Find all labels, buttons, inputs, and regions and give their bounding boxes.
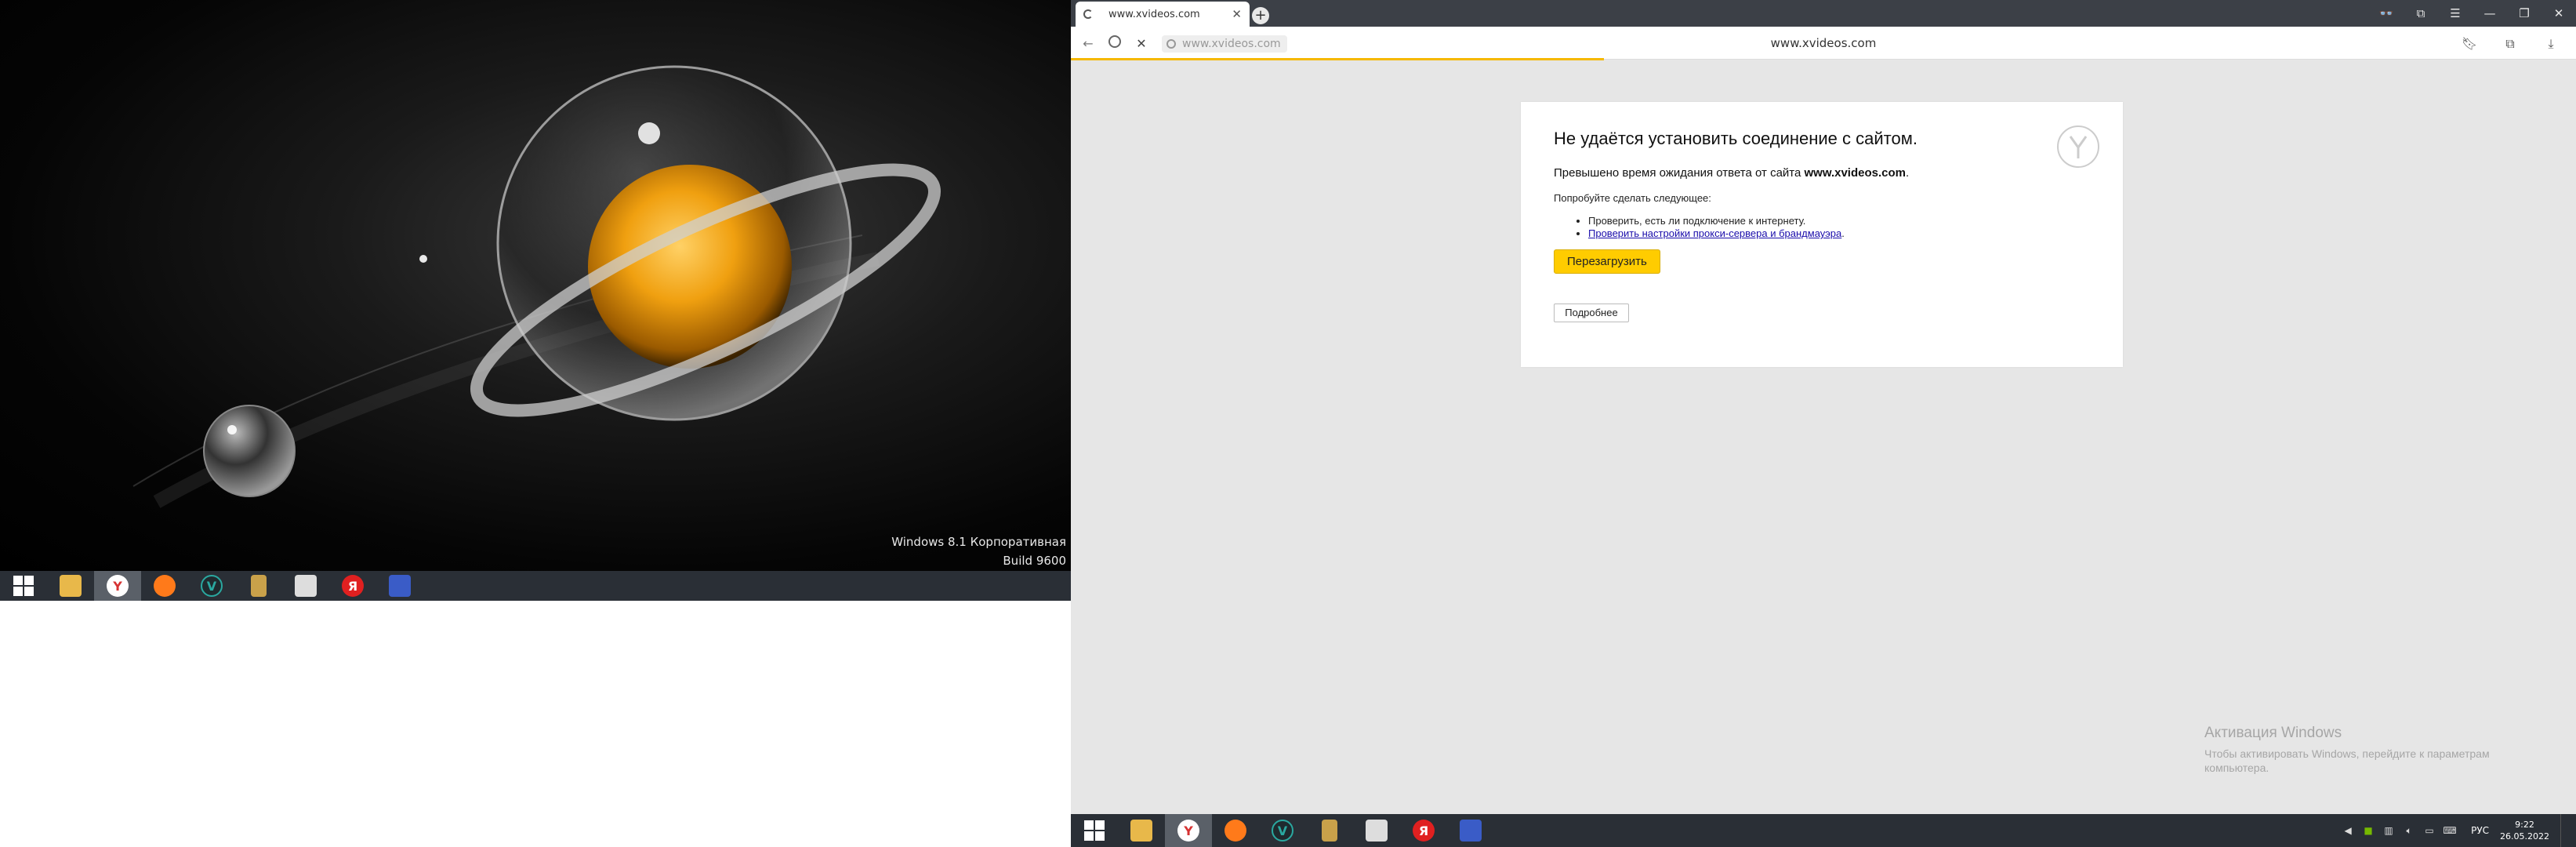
photo-app-icon <box>295 575 317 597</box>
browser-titlebar: www.xvideos.com ✕ + 👓 ⧉ ☰ — ❐ ✕ <box>1071 0 2576 27</box>
right-taskbar: Y V Я ◀ ■ ▥ 🔈︎ ▭ ⌨ РУС 9:22 26.05.2022 <box>1071 814 2576 847</box>
network-icon[interactable]: ▥ <box>2378 825 2399 836</box>
tabs-icon[interactable]: ⧉ <box>2404 6 2438 20</box>
reload-button[interactable]: Перезагрузить <box>1554 249 1660 274</box>
bookmark-icon[interactable]: 🔖︎ <box>2449 35 2490 53</box>
page-loading-progress <box>1071 58 1604 60</box>
extensions-icon[interactable]: ⧉ <box>2490 35 2531 53</box>
yandex-browser-icon: Y <box>107 575 129 597</box>
activation-subtitle: Чтобы активировать Windows, перейдите к … <box>2204 747 2490 774</box>
yandex-browser-logo-icon <box>2057 125 2099 168</box>
tray-time: 9:22 <box>2515 820 2534 830</box>
taskbar-yandex-browser[interactable]: Y <box>94 571 141 601</box>
taskbar-explorer[interactable] <box>47 571 94 601</box>
photo-app-icon <box>1366 820 1388 842</box>
left-monitor: Windows 8.1 Корпоративная Build 9600 Y V… <box>0 0 1071 847</box>
blue-app-icon <box>389 575 411 597</box>
taskbar-photo-app[interactable] <box>1353 814 1400 847</box>
wallpaper-art <box>132 65 941 508</box>
system-tray: ◀ ■ ▥ 🔈︎ ▭ ⌨ РУС 9:22 26.05.2022 <box>2338 814 2576 847</box>
start-button[interactable] <box>0 571 47 601</box>
suggestions-label: Попробуйте сделать следующее: <box>1554 192 1711 204</box>
new-tab-button[interactable]: + <box>1239 4 1269 24</box>
activation-title: Активация Windows <box>2204 725 2342 741</box>
windows-start-icon <box>1084 820 1105 841</box>
address-bar: ← ✕ www.xvideos.com www.xvideos.com 🔖︎ ⧉… <box>1071 27 2576 60</box>
loading-spinner-icon <box>1083 9 1093 19</box>
details-button[interactable]: Подробнее <box>1554 304 1629 322</box>
windows-build-text: Build 9600 <box>1003 554 1066 568</box>
suggestion-check-proxy: Проверить настройки прокси-сервера и бра… <box>1588 227 2090 240</box>
page-domain-title: www.xvideos.com <box>1770 36 1877 50</box>
action-center-icon[interactable]: ▭ <box>2419 825 2440 836</box>
tray-date: 26.05.2022 <box>2500 831 2549 842</box>
file-explorer-icon <box>1130 820 1152 842</box>
minimize-button[interactable]: — <box>2473 6 2507 20</box>
tab-title: www.xvideos.com <box>1108 8 1200 20</box>
taskbar-app-v[interactable]: V <box>188 571 235 601</box>
taskbar-firefox[interactable] <box>1212 814 1259 847</box>
taskbar-app-blue[interactable] <box>376 571 423 601</box>
desktop-wallpaper: Windows 8.1 Корпоративная Build 9600 <box>0 0 1071 571</box>
browser-tab[interactable]: www.xvideos.com ✕ <box>1076 2 1250 27</box>
taskbar-app-v[interactable]: V <box>1259 814 1306 847</box>
yandex-letter-icon: Я <box>342 575 364 597</box>
error-desc-text: Превышено время ожидания ответа от сайта <box>1554 166 1805 180</box>
show-desktop-button[interactable] <box>2560 814 2568 847</box>
reader-mode-icon[interactable]: 👓 <box>2369 6 2404 20</box>
taskbar-app-blue[interactable] <box>1447 814 1494 847</box>
window-controls: 👓 ⧉ ☰ — ❐ ✕ <box>2369 0 2576 27</box>
v-app-icon: V <box>1272 820 1293 842</box>
file-explorer-icon <box>60 575 82 597</box>
language-indicator[interactable]: РУС <box>2471 825 2489 836</box>
firefox-icon <box>1225 820 1246 842</box>
download-icon[interactable]: ⤓ <box>2531 35 2571 53</box>
taskbar-explorer[interactable] <box>1118 814 1165 847</box>
nvidia-icon[interactable]: ■ <box>2358 825 2378 836</box>
taskbar-archive[interactable] <box>1306 814 1353 847</box>
close-button[interactable]: ✕ <box>2542 6 2576 20</box>
suggestions-list: Проверить, есть ли подключение к интерне… <box>1588 215 2090 240</box>
blue-app-icon <box>1460 820 1482 842</box>
error-desc-suffix: . <box>1906 166 1910 180</box>
volume-icon[interactable]: 🔈︎ <box>2399 825 2419 837</box>
suggestion-check-internet: Проверить, есть ли подключение к интерне… <box>1588 215 2090 227</box>
taskbar-photo-app[interactable] <box>282 571 329 601</box>
menu-icon[interactable]: ☰ <box>2438 6 2473 20</box>
taskbar-firefox[interactable] <box>141 571 188 601</box>
taskbar-yandex-browser[interactable]: Y <box>1165 814 1212 847</box>
left-taskbar: Y V Я <box>0 571 1071 601</box>
proxy-settings-link[interactable]: Проверить настройки прокси-сервера и бра… <box>1588 227 1841 239</box>
error-title: Не удаётся установить соединение с сайто… <box>1554 129 1917 148</box>
taskbar-archive[interactable] <box>235 571 282 601</box>
archive-icon <box>251 575 267 597</box>
connection-error-card: Не удаётся установить соединение с сайто… <box>1521 102 2123 367</box>
plus-icon: + <box>1252 7 1269 24</box>
suggestion-suffix: . <box>1841 227 1845 239</box>
yandex-browser-icon: Y <box>1177 820 1199 842</box>
restore-button[interactable]: ❐ <box>2507 6 2542 20</box>
yandex-letter-icon: Я <box>1413 820 1435 842</box>
keyboard-icon[interactable]: ⌨ <box>2440 825 2460 836</box>
taskbar-yandex[interactable]: Я <box>1400 814 1447 847</box>
error-description: Превышено время ожидания ответа от сайта… <box>1554 166 2090 180</box>
firefox-icon <box>154 575 176 597</box>
taskbar-yandex[interactable]: Я <box>329 571 376 601</box>
show-hidden-icons-icon[interactable]: ◀ <box>2338 825 2358 836</box>
windows-activation-watermark: Активация Windows Чтобы активировать Win… <box>2204 725 2534 775</box>
windows-start-icon <box>13 576 34 596</box>
start-button[interactable] <box>1071 814 1118 847</box>
tray-clock[interactable]: 9:22 26.05.2022 <box>2500 819 2549 842</box>
toolbar-right: 🔖︎ ⧉ ⤓ <box>2449 35 2571 53</box>
error-site: www.xvideos.com <box>1804 166 1907 180</box>
windows-edition-text: Windows 8.1 Корпоративная <box>891 535 1066 549</box>
yandex-browser-window: www.xvideos.com ✕ + 👓 ⧉ ☰ — ❐ ✕ ← ✕ www.… <box>1071 0 2576 814</box>
archive-icon <box>1322 820 1337 842</box>
v-app-icon: V <box>201 575 223 597</box>
